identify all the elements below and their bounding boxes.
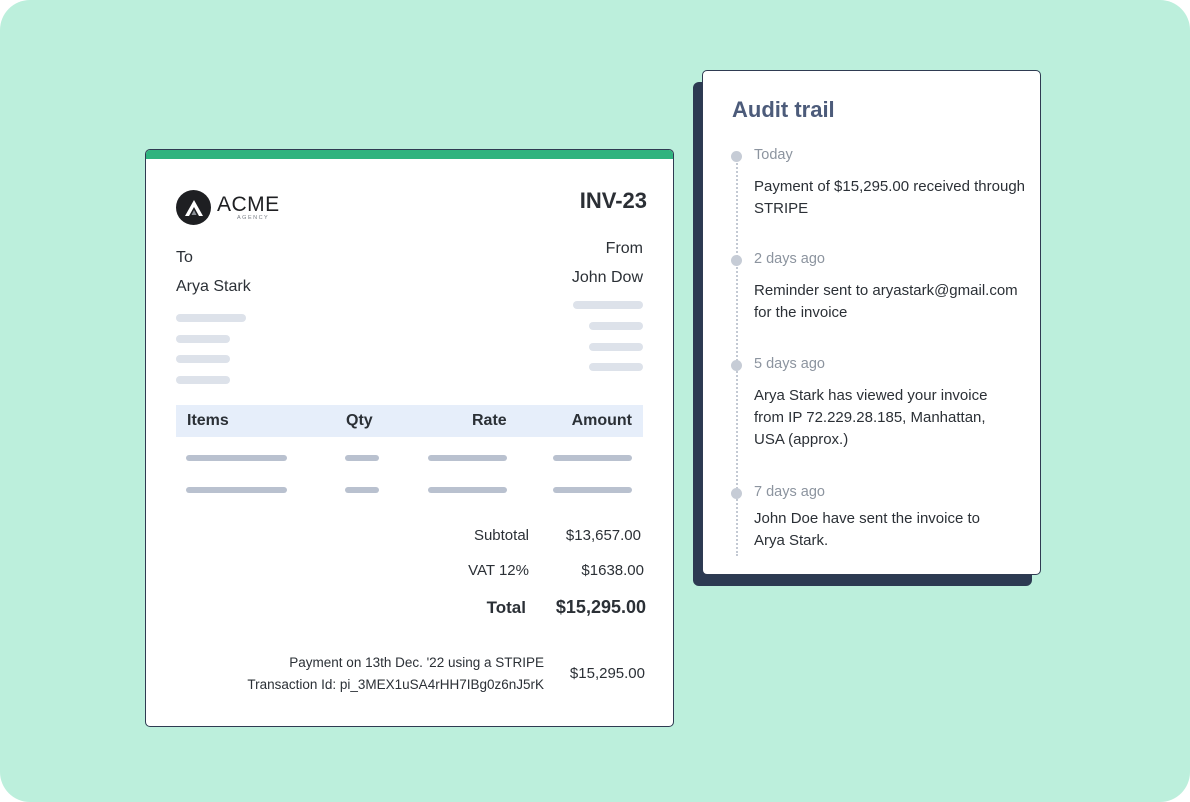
vat-value: $1638.00 <box>581 562 644 579</box>
to-address-placeholder <box>176 335 230 343</box>
item-row-placeholder <box>553 455 632 461</box>
to-address-placeholder <box>176 376 230 384</box>
vat-label: VAT 12% <box>468 562 529 579</box>
event-description: Arya Stark has viewed your invoice from … <box>754 387 988 448</box>
transaction-id-text: Transaction Id: pi_3MEX1uSA4rHH7IBg0z6nJ… <box>247 677 544 692</box>
subtotal-value: $13,657.00 <box>565 527 641 544</box>
total-value: $15,295.00 <box>555 597 646 617</box>
event-description: John Doe have sent the invoice to Arya S… <box>754 510 980 549</box>
to-address-placeholder <box>176 355 230 363</box>
event-time: 7 days ago <box>754 484 825 500</box>
event-time: 5 days ago <box>754 356 825 372</box>
timeline-dot <box>731 151 742 162</box>
audit-trail-title: Audit trail <box>732 97 835 122</box>
header-qty: Qty <box>346 412 373 429</box>
event-description: Reminder sent to aryastark@gmail.com for… <box>754 282 1018 321</box>
item-row-placeholder <box>428 487 507 493</box>
payment-amount: $15,295.00 <box>569 665 645 682</box>
background-canvas: ACME AGENCY INV-23 To Arya Stark From Jo… <box>0 0 1190 802</box>
item-row-placeholder <box>428 455 507 461</box>
from-address-placeholder <box>589 343 643 351</box>
from-address-placeholder <box>589 363 643 371</box>
to-label: To <box>176 249 193 266</box>
from-address-placeholder <box>573 301 643 309</box>
logo-subtitle: AGENCY <box>237 214 270 221</box>
subtotal-label: Subtotal <box>473 527 529 544</box>
event-description: Payment of $15,295.00 received through S… <box>754 178 1026 217</box>
total-label: Total <box>486 598 526 617</box>
logo-a-icon <box>176 190 211 225</box>
audit-trail-card: Audit trail Today Payment of $15,295.00 … <box>702 70 1041 575</box>
invoice-card: ACME AGENCY INV-23 To Arya Stark From Jo… <box>145 149 674 727</box>
header-amount: Amount <box>571 412 632 429</box>
header-items: Items <box>187 412 229 429</box>
from-address-placeholder <box>589 322 643 330</box>
acme-logo: ACME AGENCY <box>176 190 280 225</box>
invoice-accent-bar <box>146 150 673 159</box>
timeline-dot <box>731 488 742 499</box>
item-row-placeholder <box>345 487 379 493</box>
header-rate: Rate <box>472 412 507 429</box>
item-row-placeholder <box>186 455 287 461</box>
payment-method-text: Payment on 13th Dec. '22 using a STRIPE <box>289 655 544 670</box>
timeline-dot <box>731 255 742 266</box>
invoice-number: INV-23 <box>579 188 647 213</box>
to-address-placeholder <box>176 314 246 322</box>
items-table-header: Items Qty Rate Amount <box>176 405 643 437</box>
timeline-dot <box>731 360 742 371</box>
item-row-placeholder <box>345 455 379 461</box>
event-time: Today <box>754 147 793 163</box>
to-name: Arya Stark <box>176 278 251 295</box>
from-label: From <box>605 240 643 257</box>
item-row-placeholder <box>553 487 632 493</box>
logo-name: ACME <box>217 192 280 216</box>
item-row-placeholder <box>186 487 287 493</box>
from-name: John Dow <box>571 269 643 286</box>
event-time: 2 days ago <box>754 251 825 267</box>
